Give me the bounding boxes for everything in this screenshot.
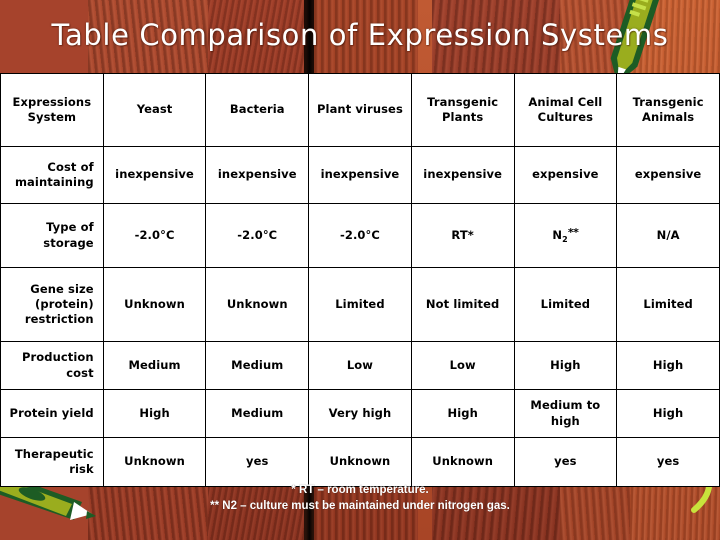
cell-cost-plant-viruses: inexpensive	[308, 146, 412, 204]
table-header-row: Expressions System Yeast Bacteria Plant …	[0, 73, 720, 147]
header-line: Transgenic	[427, 94, 499, 109]
cell-ther-animal-cell-cultures: yes	[513, 437, 618, 487]
header-line: Animal Cell	[528, 94, 603, 109]
row-header-line: storage	[43, 235, 94, 250]
row-header-production-cost: Production cost	[0, 341, 104, 390]
cell-cost-yeast: inexpensive	[102, 146, 207, 204]
row-header-line: restriction	[24, 312, 94, 327]
row-header-line: Gene size	[30, 281, 94, 296]
row-header-therapeutic-risk: Therapeutic risk	[0, 437, 104, 487]
cell-prod-bacteria: Medium	[205, 341, 310, 390]
cell-gene-transgenic-plants: Not limited	[410, 267, 515, 342]
header-line: Cultures	[537, 110, 594, 124]
table-row: Type of storage -2.0°C -2.0°C -2.0°C RT*…	[0, 203, 720, 268]
column-header-transgenic-animals: Transgenic Animals	[616, 73, 720, 147]
column-header-animal-cell-cultures: Animal Cell Cultures	[513, 73, 618, 147]
header-line: Animals	[641, 110, 695, 124]
cell-prod-transgenic-animals: High	[616, 341, 720, 390]
table-row: Gene size (protein) restriction Unknown …	[0, 267, 720, 342]
cell-ther-plant-viruses: Unknown	[308, 437, 412, 487]
row-header-cost-of-maintaining: Cost of maintaining	[0, 146, 104, 204]
cell-yield-bacteria: Medium	[205, 389, 310, 438]
header-line: Yeast	[136, 102, 173, 117]
table-row: Therapeutic risk Unknown yes Unknown Unk…	[0, 437, 720, 487]
cell-yield-animal-cell-cultures: Medium to high	[513, 389, 618, 438]
cell-prod-yeast: Medium	[102, 341, 207, 390]
cell-ther-transgenic-animals: yes	[616, 437, 720, 487]
cell-storage-transgenic-animals: N/A	[616, 203, 720, 268]
cell-gene-yeast: Unknown	[102, 267, 207, 342]
row-header-line: Therapeutic	[14, 446, 94, 461]
column-header-yeast: Yeast	[102, 73, 207, 147]
row-header-line: cost	[66, 365, 94, 380]
cell-gene-bacteria: Unknown	[205, 267, 310, 342]
header-line: Expressions	[12, 94, 92, 109]
cell-ther-transgenic-plants: Unknown	[410, 437, 515, 487]
cell-gene-transgenic-animals: Limited	[616, 267, 720, 342]
comparison-table: Expressions System Yeast Bacteria Plant …	[0, 73, 720, 487]
header-line: System	[27, 110, 77, 124]
row-header-line: Type of	[46, 220, 94, 235]
table-row: Cost of maintaining inexpensive inexpens…	[0, 146, 720, 204]
cell-prod-animal-cell-cultures: High	[513, 341, 618, 390]
page-title: Table Comparison of Expression Systems	[51, 18, 669, 52]
footnote-n2: ** N2 – culture must be maintained under…	[210, 500, 510, 513]
cell-storage-bacteria: -2.0°C	[205, 203, 310, 268]
row-header-line: Production	[21, 350, 94, 365]
cell-storage-transgenic-plants: RT*	[410, 203, 515, 268]
cell-prod-plant-viruses: Low	[308, 341, 412, 390]
row-header-gene-size-restriction: Gene size (protein) restriction	[0, 267, 104, 342]
row-header-line: risk	[69, 462, 94, 476]
footnotes: * RT – room temperature. ** N2 – culture…	[0, 482, 720, 515]
cell-prod-transgenic-plants: Low	[410, 341, 515, 390]
cell-gene-animal-cell-cultures: Limited	[513, 267, 618, 342]
cell-storage-plant-viruses: -2.0°C	[308, 203, 412, 268]
cell-cost-transgenic-animals: expensive	[616, 146, 720, 204]
header-line: Bacteria	[229, 102, 285, 117]
cell-storage-yeast: -2.0°C	[102, 203, 207, 268]
cell-cost-bacteria: inexpensive	[205, 146, 310, 204]
row-header-line: Protein yield	[9, 405, 94, 420]
row-header-protein-yield: Protein yield	[0, 389, 104, 438]
header-line: Plants	[442, 110, 484, 124]
table-row: Protein yield High Medium Very high High…	[0, 389, 720, 438]
table-row: Production cost Medium Medium Low Low Hi…	[0, 341, 720, 390]
cell-ther-bacteria: yes	[205, 437, 310, 487]
column-header-expressions-system: Expressions System	[0, 73, 104, 147]
footnote-marker: **	[567, 225, 579, 239]
cell-ther-yeast: Unknown	[102, 437, 207, 487]
column-header-bacteria: Bacteria	[205, 73, 310, 147]
row-header-line: maintaining	[14, 175, 94, 189]
cell-cost-transgenic-plants: inexpensive	[410, 146, 515, 204]
header-line: Plant viruses	[317, 102, 403, 117]
cell-yield-transgenic-plants: High	[410, 389, 515, 438]
row-header-type-of-storage: Type of storage	[0, 203, 104, 268]
cell-yield-transgenic-animals: High	[616, 389, 720, 438]
cell-yield-plant-viruses: Very high	[308, 389, 412, 438]
slide-canvas: Table Comparison of Expression Systems E…	[0, 0, 720, 540]
row-header-line: Cost of	[47, 159, 94, 174]
cell-cost-animal-cell-cultures: expensive	[513, 146, 618, 204]
cell-storage-animal-cell-cultures: N2**	[513, 203, 618, 268]
cell-yield-yeast: High	[102, 389, 207, 438]
row-header-line: (protein)	[35, 296, 94, 311]
header-line: Transgenic	[632, 94, 704, 109]
footnote-rt: * RT – room temperature.	[291, 484, 429, 496]
column-header-plant-viruses: Plant viruses	[308, 73, 412, 147]
comparison-table-wrapper: Expressions System Yeast Bacteria Plant …	[0, 73, 720, 487]
cell-gene-plant-viruses: Limited	[308, 267, 412, 342]
column-header-transgenic-plants: Transgenic Plants	[410, 73, 515, 147]
